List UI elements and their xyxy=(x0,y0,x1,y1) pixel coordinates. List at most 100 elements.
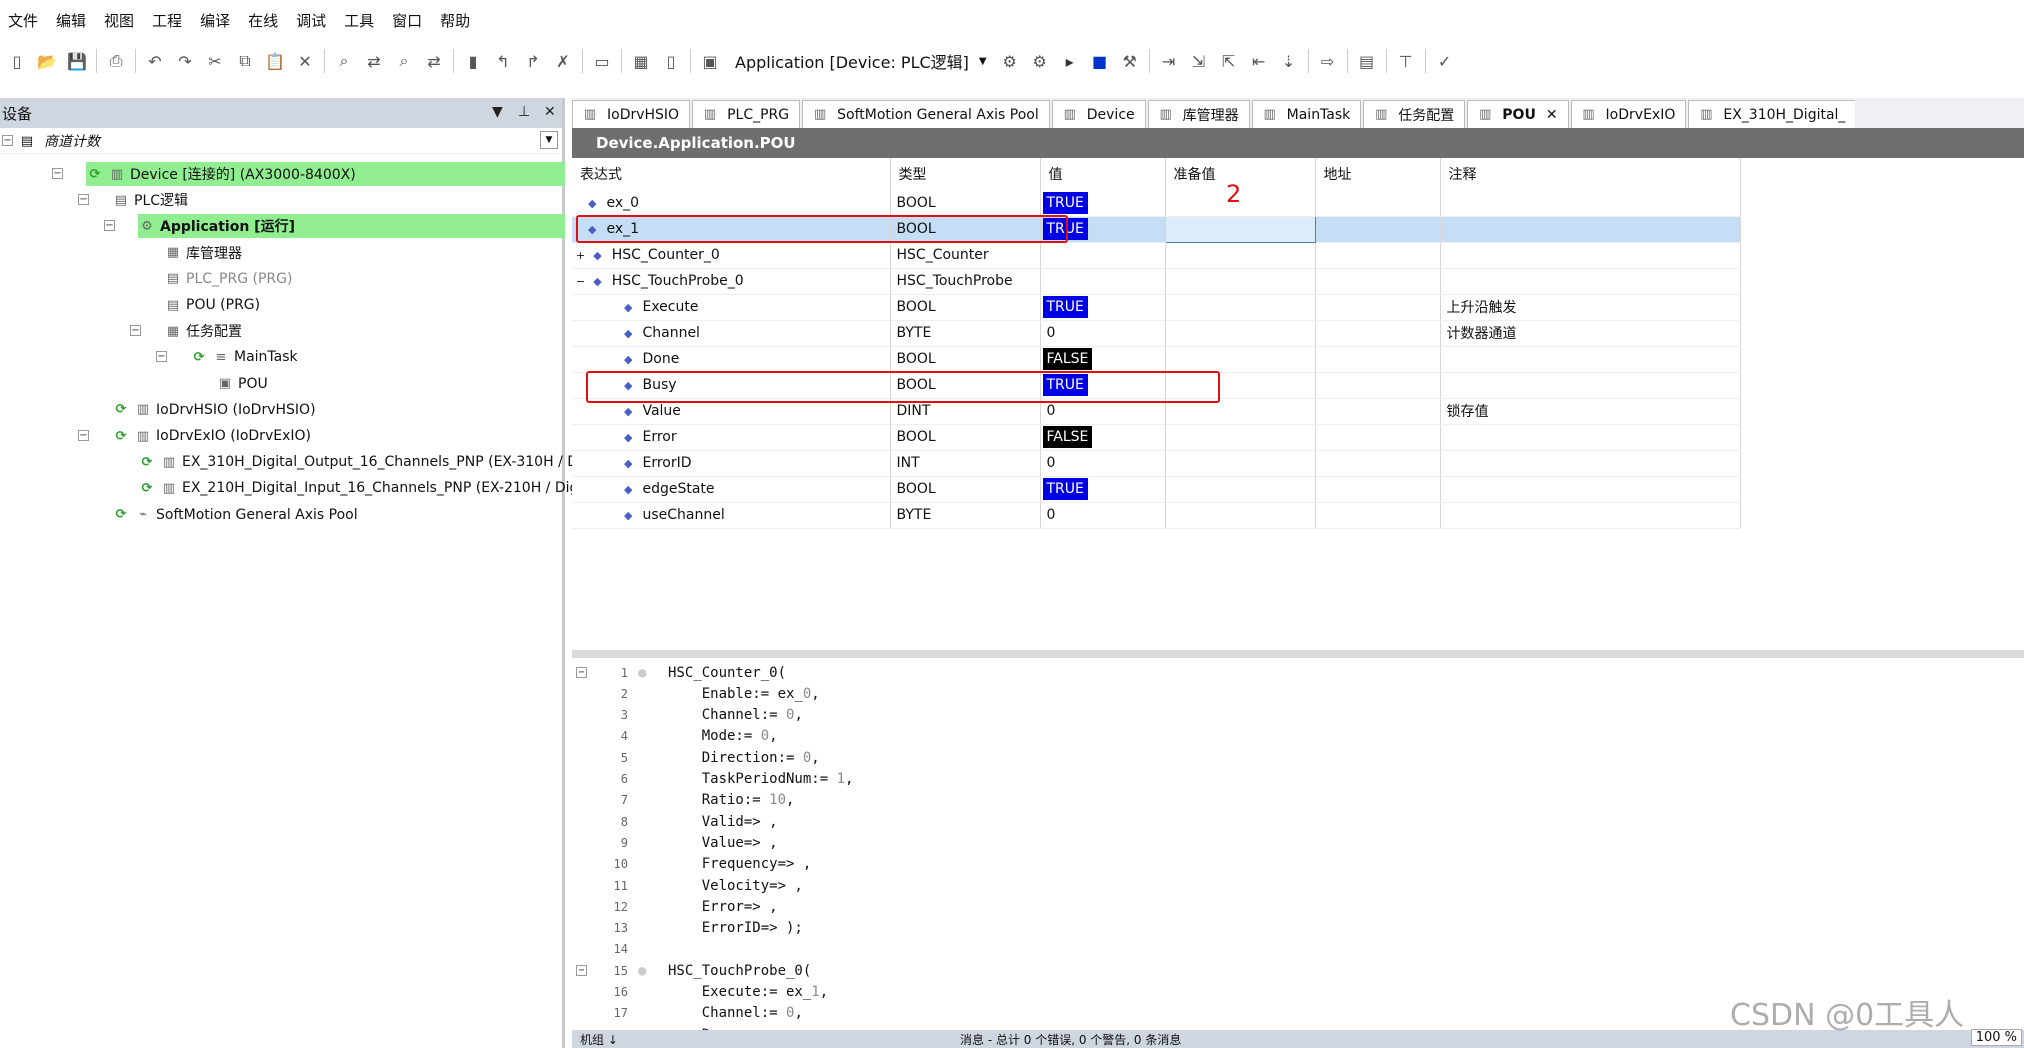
tab-ex-310h-digital[interactable]: ▥ EX_310H_Digital_ xyxy=(1688,100,1856,128)
tree-item[interactable]: ⟳ ▥ IoDrvExIO (IoDrvExIO) xyxy=(112,424,311,448)
breakpoint-marker[interactable]: ● xyxy=(638,665,652,681)
set-next-statement-icon[interactable]: ⇣ xyxy=(1278,50,1300,72)
expression-cell[interactable]: + ◆ HSC_Counter_0 xyxy=(572,242,891,269)
next-bookmark-icon[interactable]: ↱ xyxy=(522,50,544,72)
new-file-icon[interactable]: ▯ xyxy=(6,50,28,72)
prepared-value-cell[interactable] xyxy=(1165,268,1316,295)
fold-icon[interactable]: − xyxy=(576,965,587,977)
menu-item[interactable]: 调试 xyxy=(288,10,336,31)
expression-cell[interactable]: ◆ edgeState xyxy=(572,476,891,503)
expand-icon[interactable]: − xyxy=(576,275,585,288)
expression-cell[interactable]: ◆ useChannel xyxy=(572,502,891,529)
print-icon[interactable]: ⎙ xyxy=(105,50,127,72)
logout-icon[interactable]: ⚙ xyxy=(1029,50,1051,72)
tab-[interactable]: ▥ 库管理器 xyxy=(1147,100,1250,128)
login-icon[interactable]: ⚙ xyxy=(999,50,1021,72)
chevron-down-icon[interactable]: ▼ xyxy=(979,56,987,67)
paste-icon[interactable]: 📋 xyxy=(264,50,286,72)
watch-row[interactable]: ◆ ex_0 BOOL TRUE xyxy=(572,190,1741,217)
watch-row[interactable]: ◆ Done BOOL FALSE xyxy=(572,346,1741,373)
project-combo[interactable]: − ▤ 商道计数 ▼ xyxy=(0,128,562,154)
prepared-value-cell[interactable] xyxy=(1165,294,1316,321)
replace-in-project-icon[interactable]: ⇄ xyxy=(423,50,445,72)
menu-item[interactable]: 帮助 xyxy=(432,10,480,31)
prepared-value-cell[interactable] xyxy=(1165,502,1316,529)
tree-item[interactable]: ⚙ Application [运行] xyxy=(138,214,565,239)
clear-bookmarks-icon[interactable]: ✗ xyxy=(552,50,574,72)
tab-plc-prg[interactable]: ▥ PLC_PRG xyxy=(692,100,801,128)
menu-item[interactable]: 工程 xyxy=(144,10,192,31)
tree-item[interactable]: ▣ POU xyxy=(216,372,268,396)
clean-icon[interactable]: ▯ xyxy=(660,50,682,72)
collapse-icon[interactable]: − xyxy=(78,430,89,441)
step-into-icon[interactable]: ⇲ xyxy=(1188,50,1210,72)
tab-pou[interactable]: ▥ POU ✕ xyxy=(1467,100,1569,128)
open-folder-icon[interactable]: 📂 xyxy=(36,50,58,72)
unforce-values-icon[interactable]: ✓ xyxy=(1434,50,1456,72)
tree-item[interactable]: ▤ PLC逻辑 xyxy=(112,188,188,212)
breakpoint-marker[interactable]: ● xyxy=(638,963,652,979)
prev-bookmark-icon[interactable]: ↰ xyxy=(492,50,514,72)
tree-item[interactable]: ⟳ ≡ MainTask xyxy=(190,345,298,369)
tab-softmotion-general-axis-pool[interactable]: ▥ SoftMotion General Axis Pool xyxy=(802,100,1050,128)
collapse-icon[interactable]: − xyxy=(130,325,141,337)
watch-row[interactable]: ◆ useChannel BYTE 0 xyxy=(572,502,1741,529)
cut-icon[interactable]: ✂ xyxy=(204,50,226,72)
expression-cell[interactable]: ◆ Execute xyxy=(572,294,891,321)
tree-item[interactable]: ⟳ ▥ IoDrvHSIO (IoDrvHSIO) xyxy=(112,398,316,422)
prepared-value-cell[interactable] xyxy=(1164,215,1316,243)
device-select-icon[interactable]: ▣ xyxy=(699,50,721,72)
prepared-value-cell[interactable] xyxy=(1165,346,1316,373)
step-out-icon[interactable]: ⇱ xyxy=(1218,50,1240,72)
copy-icon[interactable]: ⧉ xyxy=(234,50,256,72)
menu-item[interactable]: 编译 xyxy=(192,10,240,31)
window-icon[interactable]: ▭ xyxy=(591,50,613,72)
replace-icon[interactable]: ⇄ xyxy=(363,50,385,72)
expression-cell[interactable]: ◆ Channel xyxy=(572,320,891,347)
delete-icon[interactable]: ✕ xyxy=(294,50,316,72)
tree-item[interactable]: ▤ PLC_PRG (PRG) xyxy=(164,267,293,291)
collapse-icon[interactable]: − xyxy=(52,168,63,179)
menu-item[interactable]: 在线 xyxy=(240,10,288,31)
menu-item[interactable]: 工具 xyxy=(336,10,384,31)
tree-item[interactable]: ⟳ ▥ Device [连接的] (AX3000-8400X) xyxy=(86,162,565,186)
expression-cell[interactable]: ◆ Error xyxy=(572,424,891,451)
panel-menu-icon[interactable]: ▼ xyxy=(492,104,503,120)
collapse-icon[interactable]: − xyxy=(2,135,13,146)
expression-cell[interactable]: − ◆ HSC_TouchProbe_0 xyxy=(572,268,891,295)
tab-maintask[interactable]: ▥ MainTask xyxy=(1251,100,1362,128)
collapse-icon[interactable]: − xyxy=(78,194,89,206)
close-icon[interactable]: ✕ xyxy=(544,104,556,120)
close-icon[interactable]: ✕ xyxy=(1546,107,1558,123)
redo-icon[interactable]: ↷ xyxy=(174,50,196,72)
prepared-value-cell[interactable] xyxy=(1165,450,1316,477)
watch-row[interactable]: − ◆ HSC_TouchProbe_0 HSC_TouchProbe xyxy=(572,268,1741,295)
zoom-level[interactable]: 100 % xyxy=(1970,1029,2022,1046)
undo-icon[interactable]: ↶ xyxy=(144,50,166,72)
chevron-down-icon[interactable]: ▼ xyxy=(540,131,558,149)
expression-cell[interactable]: ◆ ex_0 xyxy=(572,190,891,217)
find-in-project-icon[interactable]: ⌕ xyxy=(393,50,415,72)
prepared-value-cell[interactable] xyxy=(1165,424,1316,451)
show-next-statement-icon[interactable]: ⇨ xyxy=(1317,50,1339,72)
find-icon[interactable]: ⌕ xyxy=(333,50,355,72)
prepared-value-cell[interactable] xyxy=(1165,242,1316,269)
watch-row[interactable]: ◆ Channel BYTE 0 计数器通道 xyxy=(572,320,1741,347)
watch-row[interactable]: ◆ edgeState BOOL TRUE xyxy=(572,476,1741,503)
tree-item[interactable]: ⟳ ⌁ SoftMotion General Axis Pool xyxy=(112,503,358,527)
reset-icon[interactable]: ⚒ xyxy=(1119,50,1141,72)
tree-item[interactable]: ▤ POU (PRG) xyxy=(164,293,260,317)
watch-row[interactable]: + ◆ HSC_Counter_0 HSC_Counter xyxy=(572,242,1741,269)
tab-[interactable]: ▥ 任务配置 xyxy=(1363,100,1466,128)
start-icon[interactable]: ▸ xyxy=(1059,50,1081,72)
tree-item[interactable]: ▦ 库管理器 xyxy=(164,241,242,265)
bookmark-icon[interactable]: ▮ xyxy=(462,50,484,72)
split-handle[interactable] xyxy=(572,650,2024,658)
step-over-icon[interactable]: ⇥ xyxy=(1158,50,1180,72)
active-application-combo[interactable]: Application [Device: PLC逻辑] xyxy=(731,49,973,73)
save-icon[interactable]: 💾 xyxy=(66,50,88,72)
expression-cell[interactable]: ◆ Done xyxy=(572,346,891,373)
collapse-icon[interactable]: − xyxy=(156,351,167,363)
fold-icon[interactable]: − xyxy=(576,667,587,678)
write-values-icon[interactable]: ▤ xyxy=(1356,50,1378,72)
